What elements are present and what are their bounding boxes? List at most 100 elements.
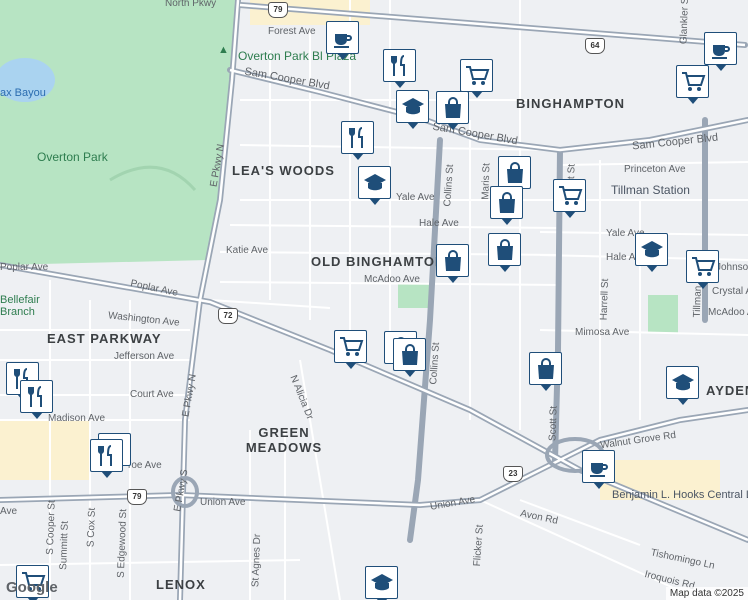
street-north-pkwy: North Pkwy [165, 0, 217, 9]
shopping-bag-icon [444, 249, 461, 271]
poi-marker[interactable] [436, 91, 469, 130]
marker-tail [406, 122, 419, 129]
street-glankler-st: Glankler St [678, 0, 692, 45]
poi-marker[interactable] [582, 450, 615, 489]
marker-tail [539, 384, 552, 391]
school-icon [640, 240, 663, 257]
grocery-icon [558, 185, 582, 205]
street-princeton-ave: Princeton Ave [624, 164, 686, 175]
street-s-cooper-st: S Cooper St [44, 500, 58, 555]
marker-tail [336, 53, 349, 60]
cafe-icon [589, 462, 608, 477]
label-bellefair-branch[interactable]: Bellefair Branch [0, 294, 40, 318]
cafe-icon [711, 44, 730, 59]
poi-marker[interactable] [436, 244, 469, 283]
grocery-icon [691, 256, 715, 276]
street-hale-ave-1: Hale Ave [419, 218, 459, 229]
route-shield-64: 64 [585, 38, 605, 54]
street-ave-fragment: Ave [0, 506, 18, 517]
street-jefferson-ave: Jefferson Ave [114, 351, 175, 362]
label-ayden: AYDEN [706, 383, 748, 398]
marker-tail [714, 64, 727, 71]
restaurant-icon [97, 444, 112, 466]
restaurant-icon [390, 54, 405, 76]
poi-marker[interactable] [326, 21, 359, 60]
street-summitt-st: Summitt St [58, 520, 71, 571]
marker-tail [563, 211, 576, 218]
street-court-ave: Court Ave [130, 389, 174, 400]
label-old-binghamton: OLD BINGHAMTON [311, 254, 446, 269]
poi-marker[interactable] [498, 156, 531, 195]
marker-tail [446, 123, 459, 130]
label-binghampton: BINGHAMPTON [516, 96, 625, 111]
street-mcadoo-ave: McAdoo Ave [364, 274, 420, 285]
poi-marker[interactable] [341, 121, 374, 160]
grocery-icon [465, 65, 489, 85]
poi-marker[interactable] [396, 90, 429, 129]
school-icon [671, 373, 694, 390]
poi-marker[interactable] [383, 49, 416, 88]
label-east-parkway: EAST PARKWAY [47, 331, 162, 346]
street-union-ave-1: Union Ave [200, 497, 246, 508]
street-madison-ave: Madison Ave [48, 413, 106, 424]
street-crystal-ave: Crystal Ave [712, 286, 748, 297]
marker-tail [676, 398, 689, 405]
overton-park-area [0, 0, 235, 265]
poi-marker[interactable] [20, 380, 53, 419]
marker-tail [592, 482, 605, 489]
label-bayou: ax Bayou [0, 87, 46, 99]
street-mimosa-ave: Mimosa Ave [575, 327, 630, 338]
restaurant-icon [27, 385, 42, 407]
route-shield-79-south: 79 [127, 489, 147, 505]
marker-tail [446, 276, 459, 283]
label-leas-woods: LEA'S WOODS [232, 163, 335, 178]
street-scott-st-2: Scott St [547, 405, 560, 442]
street-johnson-ave: Johnson Ave [716, 262, 748, 273]
route-shield-72: 72 [218, 308, 238, 324]
poi-marker[interactable] [490, 186, 523, 225]
poi-marker[interactable] [90, 439, 123, 478]
route-shield-79-north: 79 [268, 2, 288, 18]
marker-tail [686, 97, 699, 104]
poi-marker[interactable] [666, 366, 699, 405]
marker-tail [645, 265, 658, 272]
poi-marker[interactable] [358, 166, 391, 205]
marker-tail [344, 362, 357, 369]
street-katie-ave: Katie Ave [226, 245, 269, 256]
label-library[interactable]: Benjamin L. Hooks Central Library [612, 489, 748, 501]
google-logo: Google [6, 579, 58, 596]
school-icon [370, 573, 393, 590]
grocery-icon [681, 71, 705, 91]
poi-marker[interactable] [529, 352, 562, 391]
poi-marker[interactable] [676, 65, 709, 104]
shopping-bag-icon [498, 191, 515, 213]
poi-marker[interactable] [365, 566, 398, 600]
marker-tail [100, 471, 113, 478]
poi-marker[interactable] [635, 233, 668, 272]
marker-tail [403, 370, 416, 377]
school-icon [401, 97, 424, 114]
poi-marker[interactable] [488, 233, 521, 272]
poi-marker[interactable] [553, 179, 586, 218]
grocery-icon [339, 336, 363, 356]
street-harrell-st: Harrell St [598, 278, 612, 321]
poi-marker[interactable] [460, 59, 493, 98]
park-pin-icon[interactable]: ▲ [218, 44, 229, 56]
street-poplar-ave-1: Poplar Ave [0, 262, 49, 273]
marker-tail [696, 282, 709, 289]
label-green-meadows: GREEN MEADOWS [245, 425, 323, 455]
marker-tail [498, 265, 511, 272]
label-tillman-station[interactable]: Tillman Station [611, 183, 690, 197]
shopping-bag-icon [444, 96, 461, 118]
street-st-agnes-dr: St Agnes Dr [250, 533, 264, 588]
street-forest-ave: Forest Ave [268, 26, 316, 37]
marker-tail [500, 218, 513, 225]
poi-marker[interactable] [334, 330, 367, 369]
cafe-icon [333, 33, 352, 48]
map-canvas[interactable]: BINGHAMPTON LEA'S WOODS OLD BINGHAMTON E… [0, 0, 748, 600]
poi-marker[interactable] [704, 32, 737, 71]
poi-marker[interactable] [686, 250, 719, 289]
school-icon [363, 173, 386, 190]
poi-marker[interactable] [393, 338, 426, 377]
map-attribution[interactable]: Map data ©2025 [665, 587, 748, 600]
